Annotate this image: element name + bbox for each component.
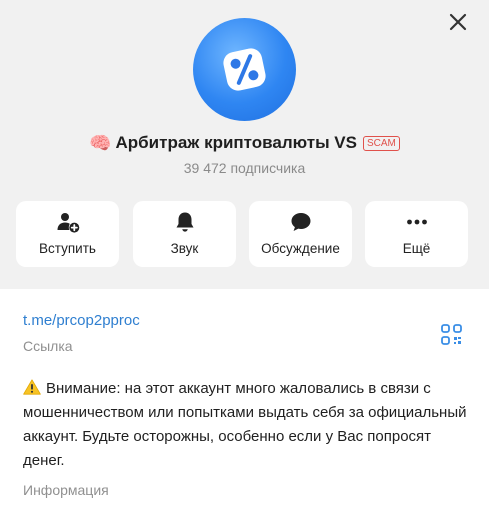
info-caption: Информация (23, 482, 109, 498)
channel-link[interactable]: t.me/prcop2pproc (23, 312, 140, 329)
avatar (193, 18, 296, 121)
brain-emoji: 🧠 (89, 133, 112, 153)
chat-bubble-icon (291, 213, 310, 231)
qr-code-icon[interactable] (441, 324, 462, 345)
link-caption: Ссылка (23, 338, 73, 354)
bell-icon (176, 212, 193, 232)
join-button[interactable]: Вступить (16, 201, 119, 267)
warning-icon (23, 379, 41, 395)
channel-header: 🧠 Арбитраж криптовалюты VS SCAM 39 472 под… (0, 0, 489, 289)
more-button[interactable]: Ещё (365, 201, 468, 267)
channel-title-row: 🧠 Арбитраж криптовалюты VS SCAM (0, 132, 489, 154)
action-bar: Вступить Звук Обсуждение Ещё (16, 201, 473, 267)
sound-button[interactable]: Звук (133, 201, 236, 267)
discussion-label: Обсуждение (261, 241, 340, 256)
percent-icon (223, 48, 266, 91)
close-icon (449, 13, 467, 31)
more-label: Ещё (402, 241, 431, 256)
sound-label: Звук (170, 241, 199, 256)
add-user-icon (57, 213, 79, 233)
join-label: Вступить (39, 241, 96, 256)
close-button[interactable] (447, 11, 469, 33)
channel-title: Арбитраж криптовалюты VS (115, 133, 357, 152)
scam-badge: SCAM (363, 135, 400, 151)
info-text: Внимание: на этот аккаунт много жаловали… (23, 380, 467, 469)
subscriber-count: 39 472 подписчика (183, 160, 306, 176)
info-text-block: Внимание: на этот аккаунт много жаловали… (23, 377, 468, 473)
more-dots-icon (406, 219, 427, 225)
discussion-button[interactable]: Обсуждение (249, 201, 352, 267)
